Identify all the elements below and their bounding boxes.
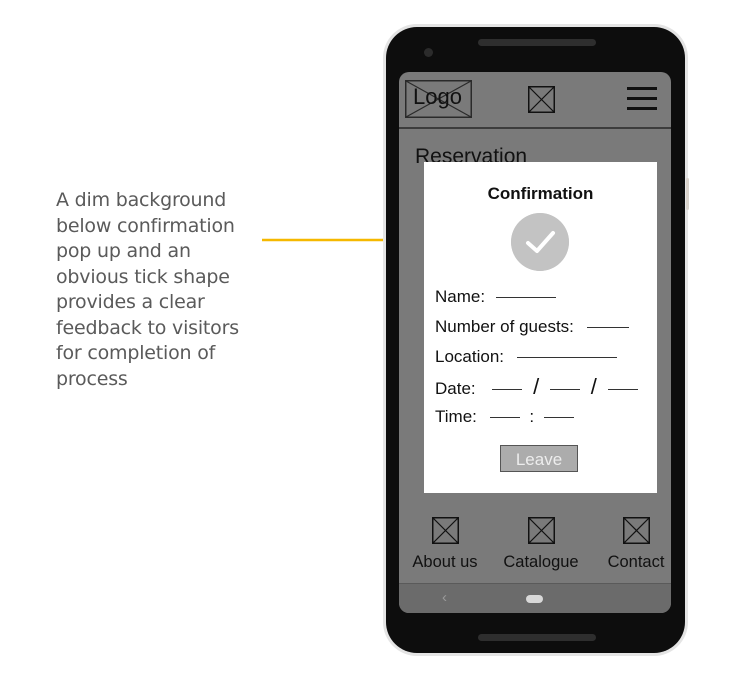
- image-placeholder-icon: [431, 517, 459, 544]
- field-date-label: Date:: [435, 379, 476, 398]
- speaker-top: [478, 39, 596, 46]
- nav-item-catalogue[interactable]: Catalogue: [498, 517, 584, 572]
- home-icon[interactable]: [526, 595, 543, 603]
- field-time-hour-blank: [489, 416, 520, 419]
- field-guests-label: Number of guests:: [435, 317, 574, 336]
- side-button: [686, 178, 689, 210]
- back-icon[interactable]: ‹: [442, 589, 447, 606]
- field-location-blank: [516, 356, 617, 359]
- field-location-label: Location:: [435, 347, 504, 366]
- field-time-minute-blank: [543, 416, 574, 419]
- image-placeholder-icon: [622, 517, 650, 544]
- modal-title: Confirmation: [487, 184, 594, 203]
- annotation-line: A dim background: [56, 189, 227, 211]
- phone-screen: Logo Reservation Confirmation Name: Numb…: [399, 72, 671, 613]
- nav-item-about-us[interactable]: About us: [407, 517, 483, 572]
- logo-label: Logo: [413, 84, 462, 109]
- header-bar: Logo: [399, 72, 671, 129]
- nav-label: Catalogue: [503, 553, 579, 571]
- hamburger-menu-icon[interactable]: [627, 87, 657, 111]
- annotation-line: process: [56, 367, 128, 390]
- field-date: Date: / /: [435, 374, 638, 400]
- field-name: Name:: [435, 287, 556, 307]
- annotation-line: provides a clear: [56, 291, 205, 313]
- system-nav-bar: ‹: [399, 583, 671, 613]
- confirmation-modal: Confirmation Name: Number of guests: Loc…: [424, 162, 657, 493]
- time-separator: :: [529, 407, 535, 426]
- nav-label: About us: [412, 553, 478, 571]
- field-date-day-blank: [492, 388, 523, 391]
- field-name-label: Name:: [435, 287, 486, 306]
- field-time-label: Time:: [435, 407, 477, 426]
- nav-item-contact[interactable]: Contact: [603, 517, 669, 572]
- field-guests: Number of guests:: [435, 317, 629, 337]
- date-separator: /: [590, 374, 597, 399]
- date-separator: /: [533, 374, 540, 399]
- annotation-line: for completion of: [56, 342, 216, 364]
- nav-label: Contact: [607, 553, 665, 571]
- check-icon: [511, 213, 569, 271]
- field-date-month-blank: [549, 388, 580, 391]
- camera-icon: [424, 48, 433, 57]
- field-guests-blank: [586, 326, 629, 329]
- image-placeholder-icon: [527, 517, 555, 544]
- annotation-line: below confirmation: [56, 214, 235, 237]
- image-placeholder-icon: [528, 86, 555, 113]
- annotation-text: A dim background below confirmation pop …: [56, 188, 266, 392]
- field-location: Location:: [435, 347, 617, 367]
- bottom-nav: About us Catalogue Contact: [399, 517, 671, 577]
- annotation-line: pop up and an: [56, 240, 191, 262]
- annotation-line: feedback to visitors: [56, 316, 239, 339]
- annotation-line: obvious tick shape: [56, 265, 230, 288]
- leave-button[interactable]: Leave: [500, 445, 578, 472]
- field-time: Time: :: [435, 407, 574, 427]
- field-date-year-blank: [607, 388, 638, 391]
- field-name-blank: [495, 296, 556, 299]
- speaker-bottom: [478, 634, 596, 641]
